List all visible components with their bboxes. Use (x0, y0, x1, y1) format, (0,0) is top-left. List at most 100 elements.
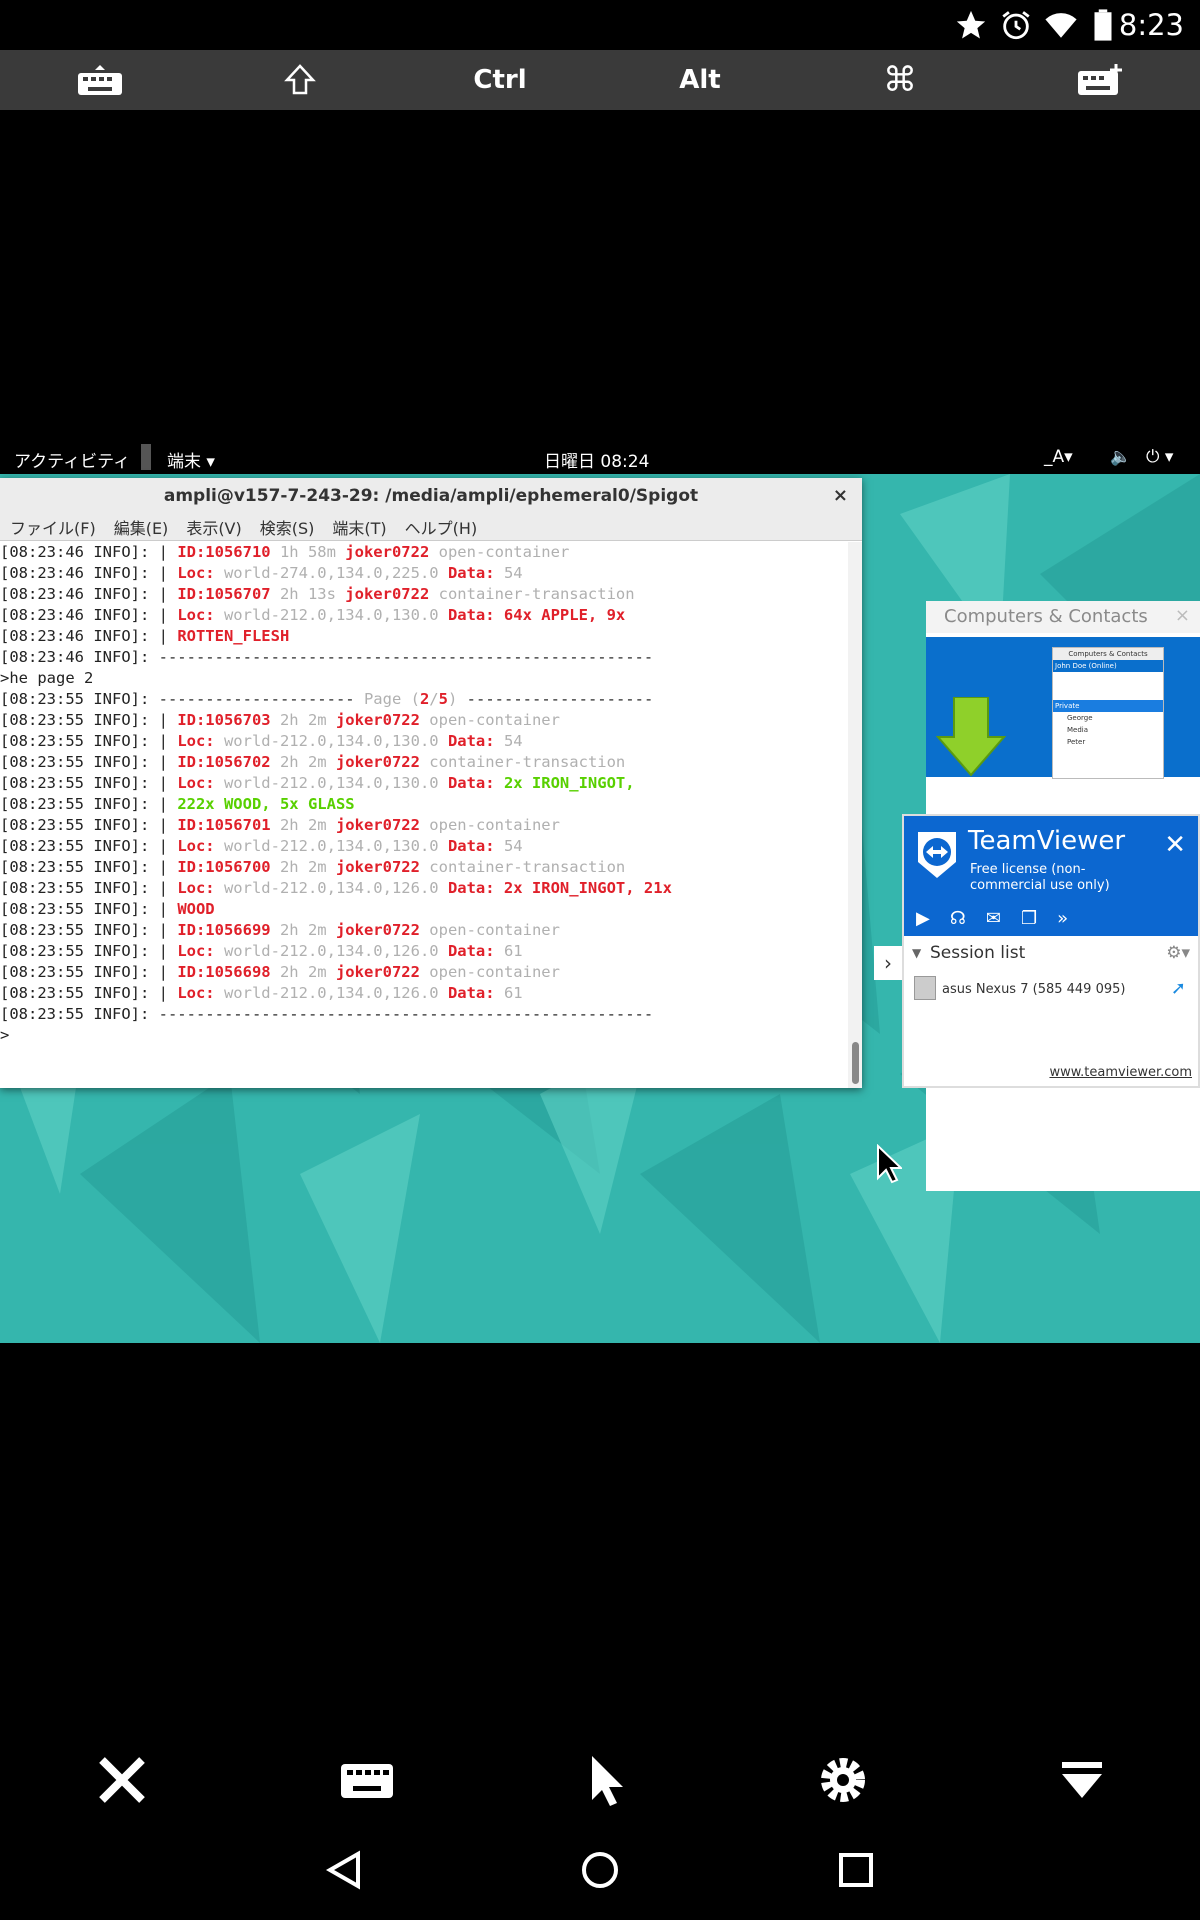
terminal-text: [08:23:55 INFO]: | (0, 963, 178, 981)
menu-help[interactable]: ヘルプ(H) (405, 515, 478, 539)
teamviewer-title: TeamViewer (968, 826, 1126, 856)
terminal-text: Data: 64x APPLE, 9x (447, 606, 626, 624)
battery-icon (1094, 9, 1112, 41)
close-icon[interactable]: × (833, 478, 848, 514)
cursor-icon[interactable]: ➚ (1171, 978, 1186, 999)
shift-arrow-icon[interactable] (230, 50, 370, 110)
terminal-line: [08:23:55 INFO]: | ID:1056703 2h 2m joke… (0, 710, 848, 731)
terminal-text: [08:23:55 INFO]: | (0, 774, 178, 792)
terminal-text: 61 (494, 942, 523, 960)
terminal-text: world-212.0,134.0,130.0 (214, 606, 448, 624)
terminal-text: [08:23:55 INFO]: --------------------- (0, 690, 364, 708)
gear-icon[interactable]: ⚙▾ (1166, 936, 1190, 970)
more-icon[interactable]: » (1057, 908, 1068, 929)
headset-icon[interactable]: ☊ (950, 908, 966, 929)
terminal-scrollbar[interactable] (848, 542, 862, 1088)
terminal-text: ID:1056698 (177, 963, 271, 981)
video-icon[interactable]: ▶ (916, 908, 930, 929)
teamviewer-license: Free license (non-commercial use only) (970, 862, 1110, 893)
terminal-title: ampli@v157-7-243-29: /media/ampli/epheme… (163, 486, 699, 506)
terminal-text: world-212.0,134.0,126.0 (214, 984, 448, 1002)
terminal-text: 2h 2m (270, 753, 336, 771)
terminal-text: 2h 2m (270, 816, 336, 834)
app-menu[interactable]: 端末 ▾ (167, 447, 215, 472)
keyboard-icon[interactable] (30, 50, 170, 110)
menu-edit[interactable]: 編集(E) (114, 515, 169, 539)
teamviewer-link[interactable]: www.teamviewer.com (1049, 1065, 1192, 1080)
files-icon[interactable]: ❐ (1021, 908, 1037, 929)
menu-view[interactable]: 表示(V) (186, 515, 241, 539)
terminal-line: [08:23:46 INFO]: | ROTTEN_FLESH (0, 626, 848, 647)
power-icon[interactable]: ⏻ ▾ (1146, 447, 1173, 467)
terminal-line: [08:23:46 INFO]: | ID:1056710 1h 58m jok… (0, 542, 848, 563)
terminal-text: joker0722 (335, 921, 420, 939)
teamviewer-actions: ▶ ☊ ✉ ❐ » (916, 908, 1068, 929)
triangle-down-icon: ▼ (912, 946, 922, 960)
collapse-tab[interactable]: › (874, 946, 902, 980)
close-icon[interactable]: × (1175, 605, 1190, 626)
topbar-clock[interactable]: 日曜日 08:24 (544, 447, 649, 472)
terminal-text: / (429, 690, 439, 708)
terminal-text: ID:1056702 (177, 753, 271, 771)
terminal-text: [08:23:55 INFO]: | (0, 816, 178, 834)
recents-icon[interactable] (836, 1850, 876, 1890)
close-icon[interactable]: ✕ (1164, 830, 1186, 860)
keyboard-icon[interactable] (339, 1760, 395, 1800)
volume-icon[interactable]: 🔈 (1110, 447, 1131, 467)
session-device[interactable]: asus Nexus 7 (585 449 095) (942, 982, 1125, 997)
keyboard-plus-icon[interactable] (1030, 50, 1170, 110)
terminal-text: [08:23:55 INFO]: | (0, 732, 178, 750)
hide-toolbar-icon[interactable] (1060, 1760, 1104, 1800)
gear-icon[interactable] (817, 1754, 869, 1806)
alt-key[interactable]: Alt (630, 50, 770, 110)
chat-icon[interactable]: ✉ (986, 908, 1001, 929)
remote-toolbar (0, 1740, 1200, 1820)
thumb-item: Media (1067, 726, 1089, 734)
menu-file[interactable]: ファイル(F) (10, 515, 96, 539)
thumb-item: George (1067, 714, 1093, 722)
terminal-output[interactable]: [08:23:46 INFO]: | ID:1056710 1h 58m jok… (0, 542, 848, 1088)
terminal-text: Data: (447, 732, 495, 750)
terminal-text: ID:1056700 (177, 858, 271, 876)
activities-button[interactable]: アクティビティ (14, 447, 130, 472)
terminal-text: Loc: (177, 564, 215, 582)
ctrl-key[interactable]: Ctrl (430, 50, 570, 110)
terminal-text: world-212.0,134.0,126.0 (214, 942, 448, 960)
terminal-text: [08:23:55 INFO]: | (0, 711, 178, 729)
session-list-header[interactable]: ▼ Session list ⚙▾ (904, 936, 1198, 970)
terminal-text: 54 (494, 837, 523, 855)
terminal-line: [08:23:55 INFO]: | ID:1056699 2h 2m joke… (0, 920, 848, 941)
menu-terminal[interactable]: 端末(T) (332, 515, 386, 539)
terminal-text: Loc: (177, 984, 215, 1002)
input-method[interactable]: _A▾ (1044, 447, 1073, 467)
terminal-text: open-container (419, 816, 560, 834)
terminal-line: [08:23:46 INFO]: | Loc: world-274.0,134.… (0, 563, 848, 584)
terminal-line: >he page 2 (0, 668, 848, 689)
home-icon[interactable] (580, 1850, 620, 1890)
terminal-line: [08:23:55 INFO]: | 222x WOOD, 5x GLASS (0, 794, 848, 815)
close-icon[interactable] (96, 1754, 148, 1806)
terminal-text: [08:23:46 INFO]: | (0, 606, 178, 624)
android-nav-bar (0, 1830, 1200, 1910)
menu-search[interactable]: 検索(S) (260, 515, 315, 539)
terminal-line: > (0, 1025, 848, 1046)
key-toolbar: Ctrl Alt ⌘ (0, 50, 1200, 110)
scrollbar-thumb[interactable] (852, 1042, 859, 1084)
terminal-text: Loc: (177, 837, 215, 855)
terminal-text: Data: 2x IRON_INGOT, 21x (447, 879, 672, 897)
terminal-text: [08:23:55 INFO]: | (0, 795, 178, 813)
terminal-menubar: ファイル(F) 編集(E) 表示(V) 検索(S) 端末(T) ヘルプ(H) (0, 514, 862, 541)
terminal-line: [08:23:55 INFO]: | Loc: world-212.0,134.… (0, 983, 848, 1004)
remote-desktop[interactable]: アクティビティ 端末 ▾ 日曜日 08:24 _A▾ 🔈 ⏻ ▾ Compute… (0, 440, 1200, 1343)
terminal-text: Loc: (177, 732, 215, 750)
terminal-text: 2h 2m (270, 963, 336, 981)
terminal-text: joker0722 (335, 816, 420, 834)
teamviewer-panel[interactable]: TeamViewer Free license (non-commercial … (902, 814, 1200, 1088)
thumb-item: Peter (1067, 738, 1086, 746)
status-bar: 8:23 (0, 0, 1200, 50)
back-icon[interactable] (324, 1850, 364, 1890)
terminal-window[interactable]: ampli@v157-7-243-29: /media/ampli/epheme… (0, 478, 862, 1088)
pointer-icon[interactable] (586, 1754, 626, 1806)
terminal-text: Loc: (177, 606, 215, 624)
command-key[interactable]: ⌘ (830, 50, 970, 110)
